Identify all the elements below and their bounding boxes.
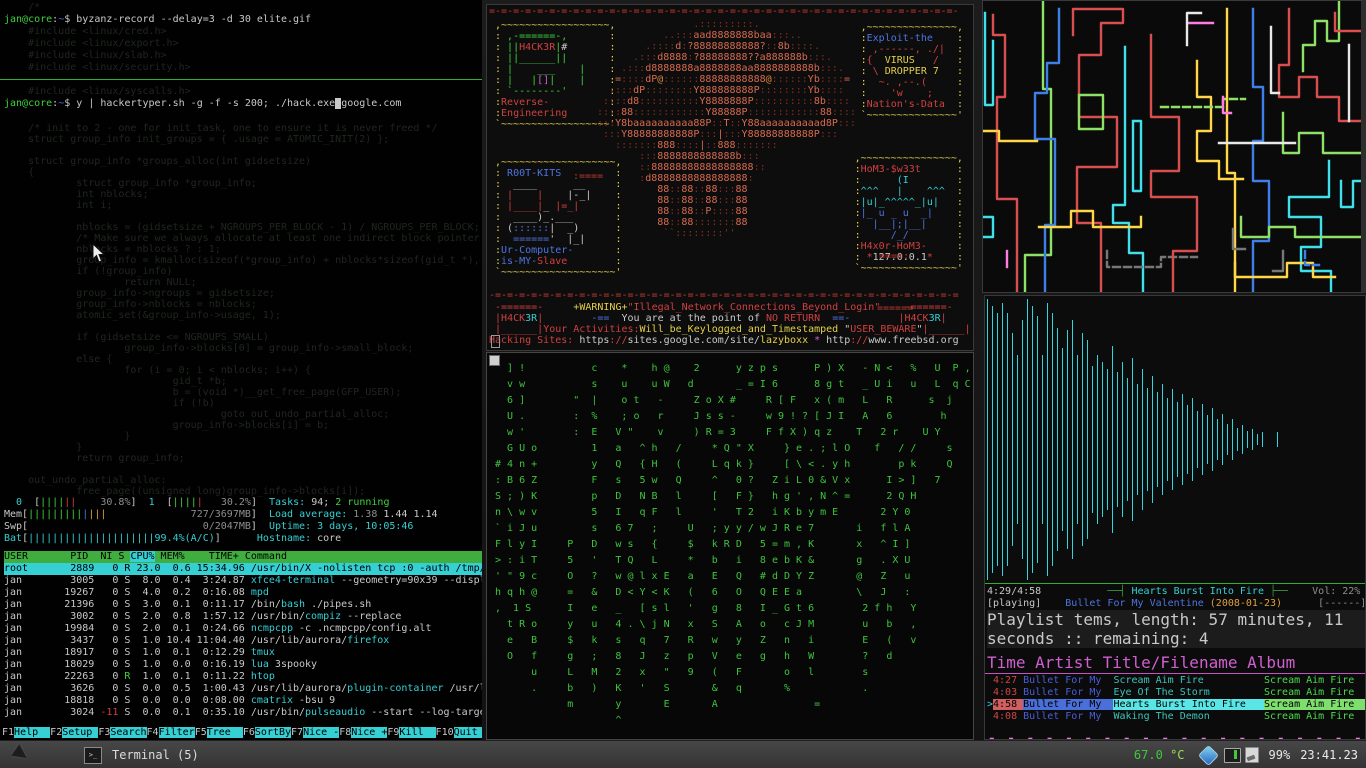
- htop-pane: 0 [|||||| 30.8%] 1 [||||| 30.2%] Tasks: …: [0, 497, 482, 726]
- htop-meters: 0 [|||||| 30.8%] 1 [||||| 30.2%] Tasks: …: [4, 497, 482, 545]
- music-player-window[interactable]: 4:29/4:58 ──┤ Hearts Burst Into Fire ├──…: [984, 295, 1366, 740]
- tray-clipboard-icon[interactable]: [1245, 747, 1259, 763]
- playlist-header-divider: [985, 673, 1365, 674]
- show-desktop-icon[interactable]: [11, 744, 30, 763]
- playlist-summary: Playlist tems, length: 57 minutes, 11 se…: [985, 610, 1365, 648]
- system-tray: 67.0 °C 99% 23:41.23: [1134, 741, 1362, 768]
- audio-visualizer: [985, 296, 1365, 584]
- htop-table-rows: root 2889 0 R 23.0 0.6 15:34.96 /usr/bin…: [4, 563, 482, 719]
- htop-process-table: USER PID NI S CPU% MEM% TIME+ Command ro…: [4, 551, 482, 719]
- taskbar-window-label: Terminal (5): [112, 748, 199, 762]
- cpu-temperature: 67.0 °C: [1134, 748, 1185, 762]
- tray-gem-icon[interactable]: [1197, 744, 1218, 765]
- top-dash-border: =-=-=-=-=-=-=-=-=-=-=-=-=-=-=-=-=-=-=-=-…: [489, 6, 959, 17]
- tray-monitor-icon[interactable]: [1224, 748, 1241, 763]
- hacker-art-window[interactable]: =-=-=-=-=-=-=-=-=-=-=-=-=-=-=-=-=-=-=-=-…: [486, 4, 974, 351]
- matrix-window[interactable]: ] ! c * h @ 2 y z p s P ) X - N < % U P …: [486, 352, 974, 740]
- desktop: /* init to 2 - one for init_task, one to…: [0, 0, 1366, 768]
- htop-function-key-bar: F1Help F2Setup F3SearchF4FilterF5Tree F6…: [0, 727, 482, 739]
- clock: 23:41.23: [1300, 748, 1358, 762]
- terminal-icon: >_: [84, 747, 102, 764]
- connector-right: ====:: [879, 251, 909, 262]
- htop-table-header: USER PID NI S CPU% MEM% TIME+ Command: [4, 551, 482, 563]
- skull-ascii-art: .:::::::::. ..:::aad8888888baa:::.. .:::…: [591, 19, 856, 239]
- battery-percentage: 99%: [1269, 748, 1291, 762]
- playlist: 4:27 Bullet For My Scream Aim Fire Screa…: [985, 675, 1365, 723]
- pipes-window[interactable]: [982, 0, 1366, 293]
- warning-banner: -======- +WARNING+"Illegal_Network_Conne…: [489, 302, 971, 346]
- matrix-rain-text: ] ! c * h @ 2 y z p s P ) X - N < % U P …: [495, 361, 971, 729]
- hackertyper-code: /* init to 2 - one for init_task, one to…: [4, 112, 482, 508]
- bottom-dash-border: -=-=-=-=-=-=-=-=-=-=-=-=-=-=-=-=-=-=-=-=…: [489, 290, 959, 301]
- terminal-window[interactable]: /* init to 2 - one for init_task, one to…: [0, 0, 482, 740]
- shell-cursor: [491, 335, 500, 348]
- playlist-end-divider: - - - - - - - - - - - - - - - - - - - - …: [985, 728, 1365, 740]
- taskbar-window-button[interactable]: >_ Terminal (5): [76, 744, 207, 766]
- taskbar: >_ Terminal (5) 67.0 °C 99% 23:41.23: [0, 740, 1366, 768]
- shell-prompt-area: /*jan@core:~$ byzanz-record --delay=3 -d…: [0, 0, 482, 110]
- playlist-header: Time Artist Title/Filename Album: [985, 653, 1365, 672]
- pipes-screensaver-art: [983, 1, 1361, 292]
- hacker-box-virus-dropper: ,~~~~~~~~~~~~~~~,:Exploit-the :: ,------…: [861, 22, 963, 121]
- connector-left: :====: [573, 171, 603, 182]
- now-playing-status: 4:29/4:58 ──┤ Hearts Burst Into Fire ├──…: [985, 584, 1365, 610]
- mouse-cursor: [92, 244, 106, 264]
